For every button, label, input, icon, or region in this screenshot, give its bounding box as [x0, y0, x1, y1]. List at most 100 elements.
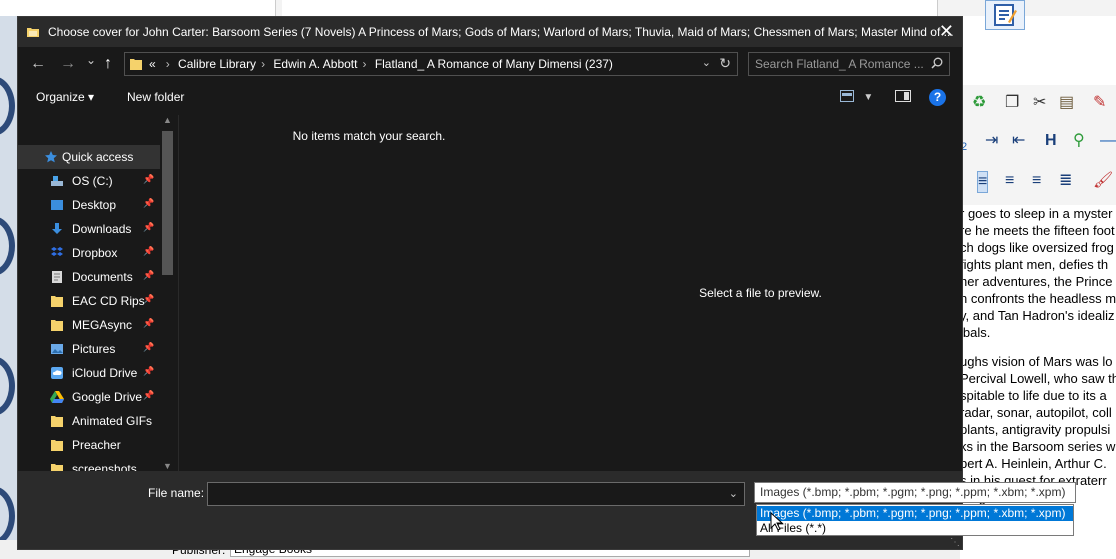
- search-icon[interactable]: [931, 57, 943, 69]
- nav-item[interactable]: Preacher: [18, 433, 160, 457]
- align-right-icon[interactable]: ≡: [1032, 171, 1041, 191]
- outdent-icon[interactable]: ⇤: [1012, 131, 1025, 151]
- pin-icon[interactable]: 📌: [143, 342, 154, 353]
- icloud-icon: [50, 366, 64, 380]
- nav-scrollbar[interactable]: ▲ ▼: [160, 115, 176, 471]
- breadcrumb-item[interactable]: Flatland_ A Romance of Many Dimensi (237…: [375, 57, 613, 71]
- paint-brush-icon[interactable]: 🖌: [1093, 171, 1113, 191]
- nav-item-label: Google Drive: [72, 390, 143, 404]
- nav-item[interactable]: screenshots: [18, 457, 160, 471]
- breadcrumb-item[interactable]: Calibre Library: [178, 57, 256, 71]
- refresh-icon[interactable]: ↻: [719, 55, 731, 72]
- indent-icon[interactable]: ⇥: [985, 131, 998, 151]
- pin-icon[interactable]: 📌: [143, 318, 154, 329]
- copy-icon[interactable]: ❐: [1005, 93, 1019, 113]
- mouse-cursor-icon: [770, 512, 783, 531]
- folder-icon: [50, 318, 64, 332]
- documents-icon: [50, 270, 64, 284]
- nav-item[interactable]: Downloads 📌: [18, 217, 160, 241]
- pin-icon[interactable]: 📌: [143, 222, 154, 233]
- view-dropdown-chevron-icon[interactable]: ▼: [863, 92, 873, 103]
- folder-icon: [50, 294, 64, 308]
- folder-icon: [50, 414, 64, 428]
- view-options: ▼: [840, 90, 911, 105]
- background-tab[interactable]: [0, 0, 276, 16]
- file-list-pane[interactable]: No items match your search.: [178, 115, 560, 471]
- breadcrumb-item[interactable]: Edwin A. Abbott: [273, 57, 357, 71]
- nav-item[interactable]: iCloud Drive 📌: [18, 361, 160, 385]
- pin-icon[interactable]: 📌: [143, 366, 154, 377]
- breadcrumb-overflow[interactable]: «: [149, 57, 156, 71]
- nav-item[interactable]: MEGAsync 📌: [18, 313, 160, 337]
- file-type-select[interactable]: Images (*.bmp; *.pbm; *.pgm; *.png; *.pp…: [754, 482, 1076, 503]
- file-name-field[interactable]: ⌄: [207, 482, 745, 506]
- search-input[interactable]: [755, 56, 925, 72]
- navigation-pane: Quick access OS (C:) 📌 Desktop 📌 Downloads 📌 Dr…: [18, 115, 176, 471]
- text-line: bert A. Heinlein, Arthur C.: [960, 456, 1107, 471]
- pin-icon[interactable]: 📌: [143, 390, 154, 401]
- heading-icon[interactable]: H: [1045, 131, 1057, 151]
- file-type-option-all-files[interactable]: All Files (*.*): [757, 521, 1073, 536]
- chevron-down-icon[interactable]: ⌄: [702, 56, 711, 69]
- nav-item-label: Quick access: [62, 150, 134, 164]
- file-name-input[interactable]: [212, 486, 722, 502]
- close-icon[interactable]: ✕: [939, 21, 954, 42]
- forward-arrow-icon[interactable]: →: [60, 55, 76, 73]
- paste-icon[interactable]: ▤: [1059, 93, 1074, 113]
- organize-button[interactable]: Organize ▾: [36, 90, 94, 104]
- resize-grip-icon[interactable]: ⋱: [950, 537, 960, 548]
- pin-icon[interactable]: 📌: [143, 174, 154, 185]
- nav-item[interactable]: Pictures 📌: [18, 337, 160, 361]
- pin-icon[interactable]: 📌: [143, 246, 154, 257]
- nav-item[interactable]: OS (C:) 📌: [18, 169, 160, 193]
- text-line: ughs vision of Mars was lo: [960, 354, 1113, 369]
- nav-item[interactable]: Documents 📌: [18, 265, 160, 289]
- pin-icon[interactable]: 📌: [143, 270, 154, 281]
- help-icon[interactable]: ?: [929, 89, 946, 106]
- justify-icon[interactable]: ≣: [1059, 171, 1072, 191]
- clear-format-icon[interactable]: ✎: [1093, 93, 1106, 113]
- scrollbar-thumb[interactable]: [162, 131, 173, 275]
- folder-icon: [27, 28, 39, 37]
- nav-item[interactable]: Dropbox 📌: [18, 241, 160, 265]
- new-folder-button[interactable]: New folder: [127, 90, 184, 104]
- change-view-icon[interactable]: [840, 90, 854, 102]
- search-box[interactable]: [748, 52, 950, 76]
- chevron-down-icon[interactable]: ⌄: [729, 487, 738, 500]
- background-tab-strip: [0, 0, 1116, 16]
- cut-icon[interactable]: ✂: [1033, 93, 1046, 113]
- edit-metadata-icon[interactable]: [985, 0, 1025, 30]
- dialog-title: Choose cover for John Carter: Barsoom Se…: [48, 25, 954, 39]
- text-line: spitable to life due to its a: [960, 388, 1107, 403]
- align-center-icon[interactable]: ≡: [1005, 171, 1014, 191]
- recent-locations-chevron-icon[interactable]: ⌄: [86, 53, 96, 67]
- pin-icon[interactable]: 📌: [143, 294, 154, 305]
- choose-cover-dialog: Choose cover for John Carter: Barsoom Se…: [17, 16, 963, 550]
- scroll-down-icon[interactable]: ▼: [163, 461, 172, 471]
- preview-pane-icon[interactable]: [894, 90, 911, 102]
- file-type-dropdown: Images (*.bmp; *.pbm; *.pgm; *.png; *.pp…: [756, 504, 1074, 536]
- background-tab[interactable]: [282, 0, 938, 16]
- nav-item[interactable]: Desktop 📌: [18, 193, 160, 217]
- dropbox-icon: [50, 246, 64, 260]
- folder-icon: [50, 462, 64, 471]
- google-drive-icon: [50, 390, 64, 404]
- back-arrow-icon[interactable]: ←: [30, 55, 46, 73]
- nav-item[interactable]: EAC CD Rips 📌: [18, 289, 160, 313]
- nav-item[interactable]: Quick access: [18, 145, 160, 169]
- align-left-icon[interactable]: ≡: [977, 171, 989, 193]
- horizontal-rule-icon[interactable]: —: [1100, 131, 1116, 151]
- pin-icon[interactable]: 📌: [143, 198, 154, 209]
- file-type-option-images[interactable]: Images (*.bmp; *.pbm; *.pgm; *.png; *.pp…: [757, 506, 1073, 521]
- up-arrow-icon[interactable]: ↑: [104, 55, 112, 73]
- text-line: ks in the Barsoom series w: [960, 439, 1116, 454]
- nav-item-label: OS (C:): [72, 174, 113, 188]
- nav-item[interactable]: Animated GIFs: [18, 409, 160, 433]
- address-bar[interactable]: «› Calibre Library › Edwin A. Abbott › Fla…: [124, 52, 738, 76]
- insert-link-icon[interactable]: ⚲: [1073, 131, 1085, 151]
- nav-item[interactable]: Google Drive 📌: [18, 385, 160, 409]
- recycle-icon[interactable]: ♻: [972, 93, 986, 113]
- nav-item-label: Documents: [72, 270, 133, 284]
- nav-item-label: screenshots: [72, 462, 137, 471]
- scroll-up-icon[interactable]: ▲: [163, 115, 172, 125]
